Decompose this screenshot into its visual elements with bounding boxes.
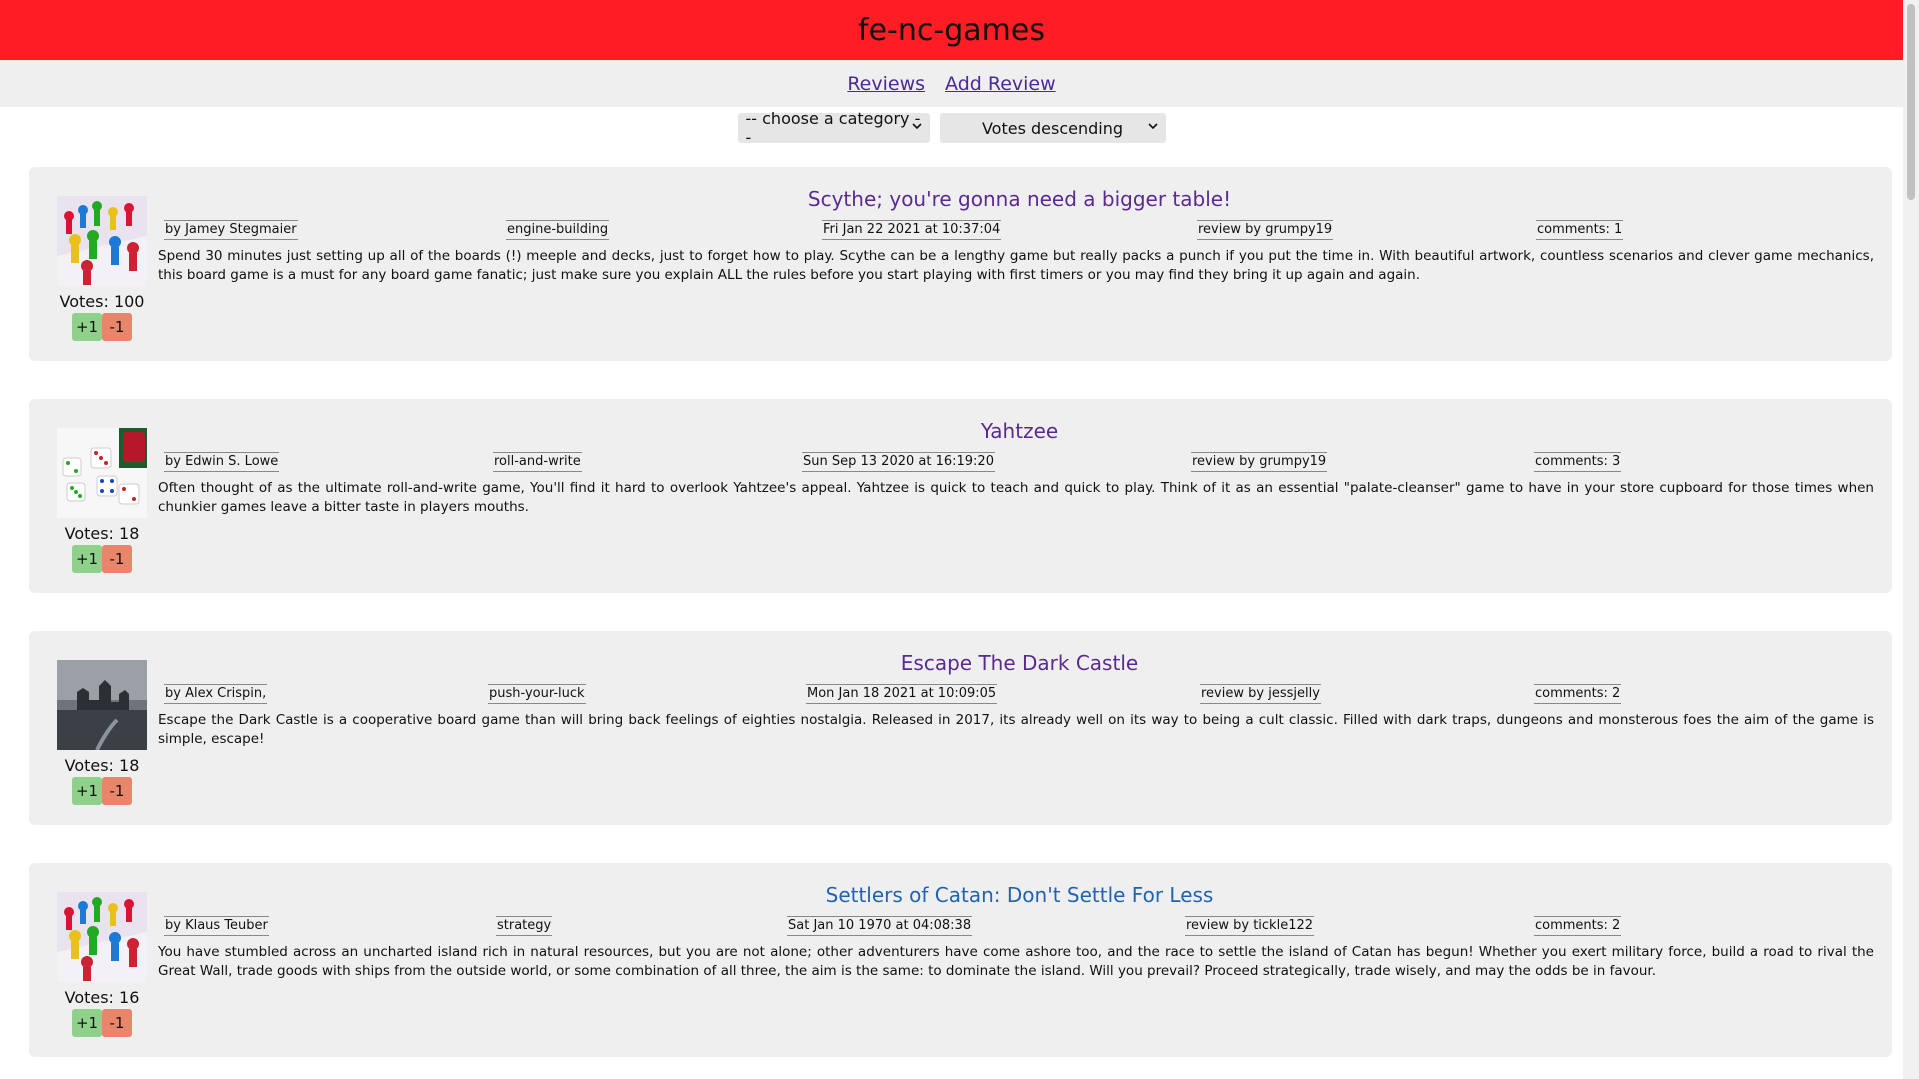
review-title[interactable]: Settlers of Catan: Don't Settle For Less bbox=[157, 883, 1882, 907]
review-author: review by grumpy19 bbox=[1191, 452, 1328, 472]
review-body: You have stumbled across an uncharted is… bbox=[158, 944, 1874, 979]
review-title[interactable]: Escape The Dark Castle bbox=[157, 651, 1882, 675]
vote-count: Votes: 18 bbox=[64, 756, 140, 775]
nav-add-review-link[interactable]: Add Review bbox=[945, 73, 1056, 95]
review-category: strategy bbox=[496, 916, 553, 936]
page: fe-nc-games Reviews Add Review -- choose… bbox=[0, 0, 1903, 1079]
board-pieces-image bbox=[57, 892, 147, 982]
vote-buttons: +1 -1 bbox=[72, 313, 132, 341]
review-designer: by Jamey Stegmaier bbox=[164, 220, 298, 240]
review-card: Votes: 18 +1 -1 Escape The Dark Castle b… bbox=[29, 631, 1892, 825]
review-designer: by Alex Crispin, bbox=[164, 684, 268, 704]
sort-select[interactable]: Votes descending bbox=[939, 113, 1166, 143]
review-body: Often thought of as the ultimate roll-an… bbox=[158, 480, 1874, 515]
review-comments[interactable]: comments: 1 bbox=[1536, 220, 1624, 240]
chevron-down-icon bbox=[911, 120, 922, 134]
app-header: fe-nc-games bbox=[0, 0, 1903, 60]
dice-image bbox=[57, 428, 147, 518]
review-card: Votes: 18 +1 -1 Yahtzee by Edwin S. Lowe… bbox=[29, 399, 1892, 593]
review-thumbnail[interactable] bbox=[57, 196, 147, 286]
downvote-button[interactable]: -1 bbox=[102, 545, 132, 573]
review-date: Sat Jan 10 1970 at 04:08:38 bbox=[787, 916, 973, 936]
review-date: Sun Sep 13 2020 at 16:19:20 bbox=[802, 452, 995, 472]
review-body: Spend 30 minutes just setting up all of … bbox=[158, 248, 1874, 283]
board-pieces-image bbox=[57, 196, 147, 286]
review-date: Fri Jan 22 2021 at 10:37:04 bbox=[822, 220, 1002, 240]
review-thumbnail[interactable] bbox=[57, 892, 147, 982]
chevron-down-icon bbox=[1147, 120, 1158, 134]
review-card: Votes: 16 +1 -1 Settlers of Catan: Don't… bbox=[29, 863, 1892, 1057]
review-author: review by grumpy19 bbox=[1197, 220, 1334, 240]
vote-buttons: +1 -1 bbox=[72, 1009, 132, 1037]
review-category: roll-and-write bbox=[493, 452, 582, 472]
review-author: review by tickle122 bbox=[1185, 916, 1315, 936]
vote-count: Votes: 16 bbox=[64, 988, 140, 1007]
sort-select-value: Votes descending bbox=[981, 118, 1124, 138]
vote-count: Votes: 100 bbox=[59, 292, 145, 311]
main-nav: Reviews Add Review bbox=[0, 60, 1903, 107]
review-comments[interactable]: comments: 2 bbox=[1534, 916, 1622, 936]
vote-buttons: +1 -1 bbox=[72, 545, 132, 573]
scrollbar-thumb[interactable] bbox=[1907, 4, 1915, 200]
filter-bar: -- choose a category -- Votes descending bbox=[0, 109, 1903, 147]
page-scrollbar[interactable] bbox=[1903, 0, 1919, 1079]
downvote-button[interactable]: -1 bbox=[102, 313, 132, 341]
vote-buttons: +1 -1 bbox=[72, 777, 132, 805]
review-author: review by jessjelly bbox=[1200, 684, 1321, 704]
review-body: Escape the Dark Castle is a cooperative … bbox=[158, 712, 1874, 747]
downvote-button[interactable]: -1 bbox=[102, 777, 132, 805]
app-title: fe-nc-games bbox=[858, 12, 1045, 48]
review-comments[interactable]: comments: 3 bbox=[1534, 452, 1622, 472]
upvote-button[interactable]: +1 bbox=[72, 313, 102, 341]
review-title[interactable]: Scythe; you're gonna need a bigger table… bbox=[157, 187, 1882, 211]
review-title[interactable]: Yahtzee bbox=[157, 419, 1882, 443]
review-comments[interactable]: comments: 2 bbox=[1534, 684, 1622, 704]
review-designer: by Edwin S. Lowe bbox=[164, 452, 280, 472]
review-thumbnail[interactable] bbox=[57, 428, 147, 518]
review-category: push-your-luck bbox=[488, 684, 586, 704]
downvote-button[interactable]: -1 bbox=[102, 1009, 132, 1037]
castle-image bbox=[57, 660, 147, 750]
review-date: Mon Jan 18 2021 at 10:09:05 bbox=[806, 684, 998, 704]
nav-reviews-link[interactable]: Reviews bbox=[847, 73, 925, 95]
upvote-button[interactable]: +1 bbox=[72, 777, 102, 805]
category-select-value: -- choose a category -- bbox=[745, 109, 921, 147]
review-category: engine-building bbox=[506, 220, 610, 240]
review-thumbnail[interactable] bbox=[57, 660, 147, 750]
upvote-button[interactable]: +1 bbox=[72, 1009, 102, 1037]
upvote-button[interactable]: +1 bbox=[72, 545, 102, 573]
vote-count: Votes: 18 bbox=[64, 524, 140, 543]
category-select[interactable]: -- choose a category -- bbox=[737, 109, 930, 147]
review-designer: by Klaus Teuber bbox=[164, 916, 269, 936]
review-card: Votes: 100 +1 -1 Scythe; you're gonna ne… bbox=[29, 167, 1892, 361]
